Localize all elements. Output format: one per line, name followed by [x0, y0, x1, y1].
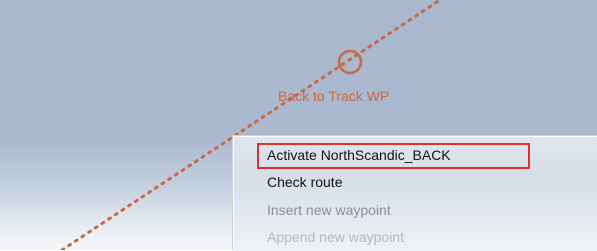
context-menu: Activate NorthScandic_BACK Check route I…	[233, 136, 597, 251]
waypoint-marker-icon[interactable]	[337, 49, 363, 75]
menu-item-append-waypoint[interactable]: Append new waypoint	[267, 226, 404, 248]
waypoint-label: Back to Track WP	[278, 88, 390, 104]
menu-item-insert-waypoint[interactable]: Insert new waypoint	[267, 199, 391, 221]
menu-item-check-route[interactable]: Check route	[267, 171, 342, 193]
menu-item-activate-route[interactable]: Activate NorthScandic_BACK	[267, 144, 451, 166]
